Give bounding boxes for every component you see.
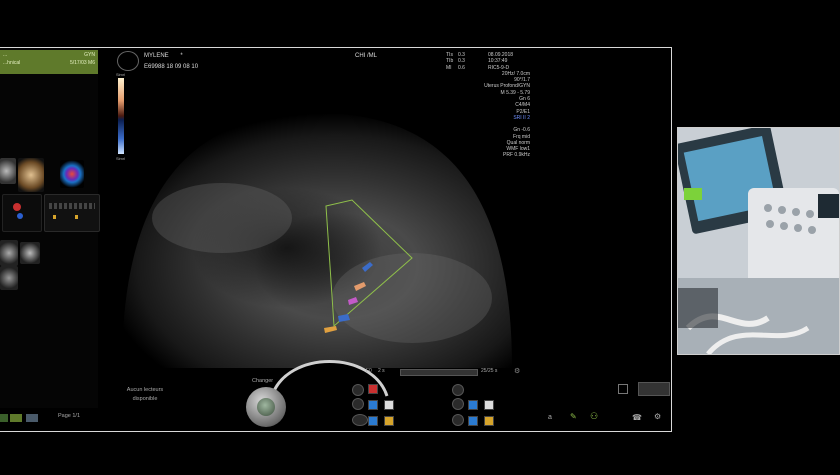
row2-left: ...hnical	[3, 60, 21, 66]
thumbnail-6[interactable]	[0, 240, 18, 266]
row1-right: GYN	[84, 52, 95, 58]
page-btn-2[interactable]	[10, 414, 22, 422]
print-icon[interactable]	[384, 400, 394, 410]
patient-mark: *	[180, 53, 183, 59]
cine-right-value: 25/25 s	[481, 368, 498, 374]
control-cluster-left[interactable]	[352, 384, 402, 431]
cluster-left-btn-3[interactable]	[352, 414, 368, 426]
mi-value: 0.6	[458, 64, 465, 71]
folder-icon[interactable]	[368, 384, 378, 394]
thumbnail-7[interactable]	[20, 242, 40, 264]
person-icon[interactable]: ⚇	[590, 411, 598, 422]
cluster-right-btn-1[interactable]	[452, 384, 464, 396]
thumbnail-5[interactable]	[44, 194, 100, 232]
ultrasound-screen: ...GYN ...hnical5/17/03 M6 Simrl Simrl 1…	[0, 47, 672, 432]
chart-icon[interactable]	[638, 382, 670, 396]
patient-info-bar: ... GYN ...hnical 5/17/03 M6	[0, 50, 98, 74]
patient-name-text: MYLENE	[144, 53, 169, 59]
row2-right: 5/17/03 M6	[69, 60, 95, 66]
ultrasound-image	[122, 113, 512, 397]
cluster-left-icon-5[interactable]	[384, 416, 394, 426]
department: CHI /ML	[355, 53, 378, 59]
scale-label-top: Simrl	[116, 72, 126, 77]
bright-region	[152, 183, 292, 253]
cine-bar[interactable]: F0 2 s 25/25 s ⚙	[366, 367, 526, 377]
cluster-right-icon-4[interactable]	[468, 416, 478, 426]
page-btn-1[interactable]	[0, 414, 8, 422]
no-reader-label: Aucun lecteurs disponible	[126, 387, 164, 402]
dark-corner	[678, 288, 718, 328]
letter-icon[interactable]: a	[548, 414, 552, 421]
row1-left: ...	[3, 52, 8, 58]
page-btn-3[interactable]	[26, 414, 38, 422]
cine-left-value: 2 s	[378, 368, 385, 374]
pencil-icon[interactable]: ✎	[570, 412, 577, 421]
report-icon[interactable]	[618, 384, 628, 394]
console-camera-view	[677, 127, 840, 355]
thumbnail-1[interactable]	[0, 158, 16, 184]
cine-left-label: F0	[366, 368, 372, 374]
green-key	[684, 188, 702, 200]
thumbnail-8[interactable]	[0, 266, 18, 290]
thumbnail-3[interactable]	[60, 160, 84, 188]
patient-id: E69988 18 09 08 10	[144, 64, 199, 70]
save-icon-2[interactable]	[468, 400, 478, 410]
cine-track[interactable]	[400, 369, 478, 376]
change-label: Changer	[252, 378, 274, 384]
print-icon-2[interactable]	[484, 400, 494, 410]
thumbnail-4[interactable]	[2, 194, 42, 232]
dark-key	[818, 194, 839, 218]
patient-name: MYLENE *	[144, 53, 183, 59]
change-knob[interactable]	[246, 387, 286, 427]
thumbnail-2[interactable]	[18, 158, 44, 192]
probe-logo	[117, 51, 139, 71]
page-label: Page 1/1	[58, 413, 81, 419]
control-cluster-right[interactable]	[452, 384, 502, 431]
settings-icon[interactable]: ⚙	[654, 412, 661, 421]
cluster-right-icon-5[interactable]	[484, 416, 494, 426]
cluster-left-btn-1[interactable]	[352, 384, 364, 396]
console-photo	[678, 128, 839, 354]
cluster-right-btn-3[interactable]	[452, 414, 464, 426]
cluster-left-btn-2[interactable]	[352, 398, 364, 410]
gear-icon[interactable]: ⚙	[514, 367, 520, 375]
cluster-left-icon-4[interactable]	[368, 416, 378, 426]
left-panel: ... GYN ...hnical 5/17/03 M6	[0, 48, 100, 408]
phone-icon[interactable]: ☎	[632, 413, 642, 422]
cluster-right-btn-2[interactable]	[452, 398, 464, 410]
thumbnail-grid[interactable]	[0, 158, 100, 298]
mi-label: MI	[446, 64, 452, 71]
save-icon[interactable]	[368, 400, 378, 410]
